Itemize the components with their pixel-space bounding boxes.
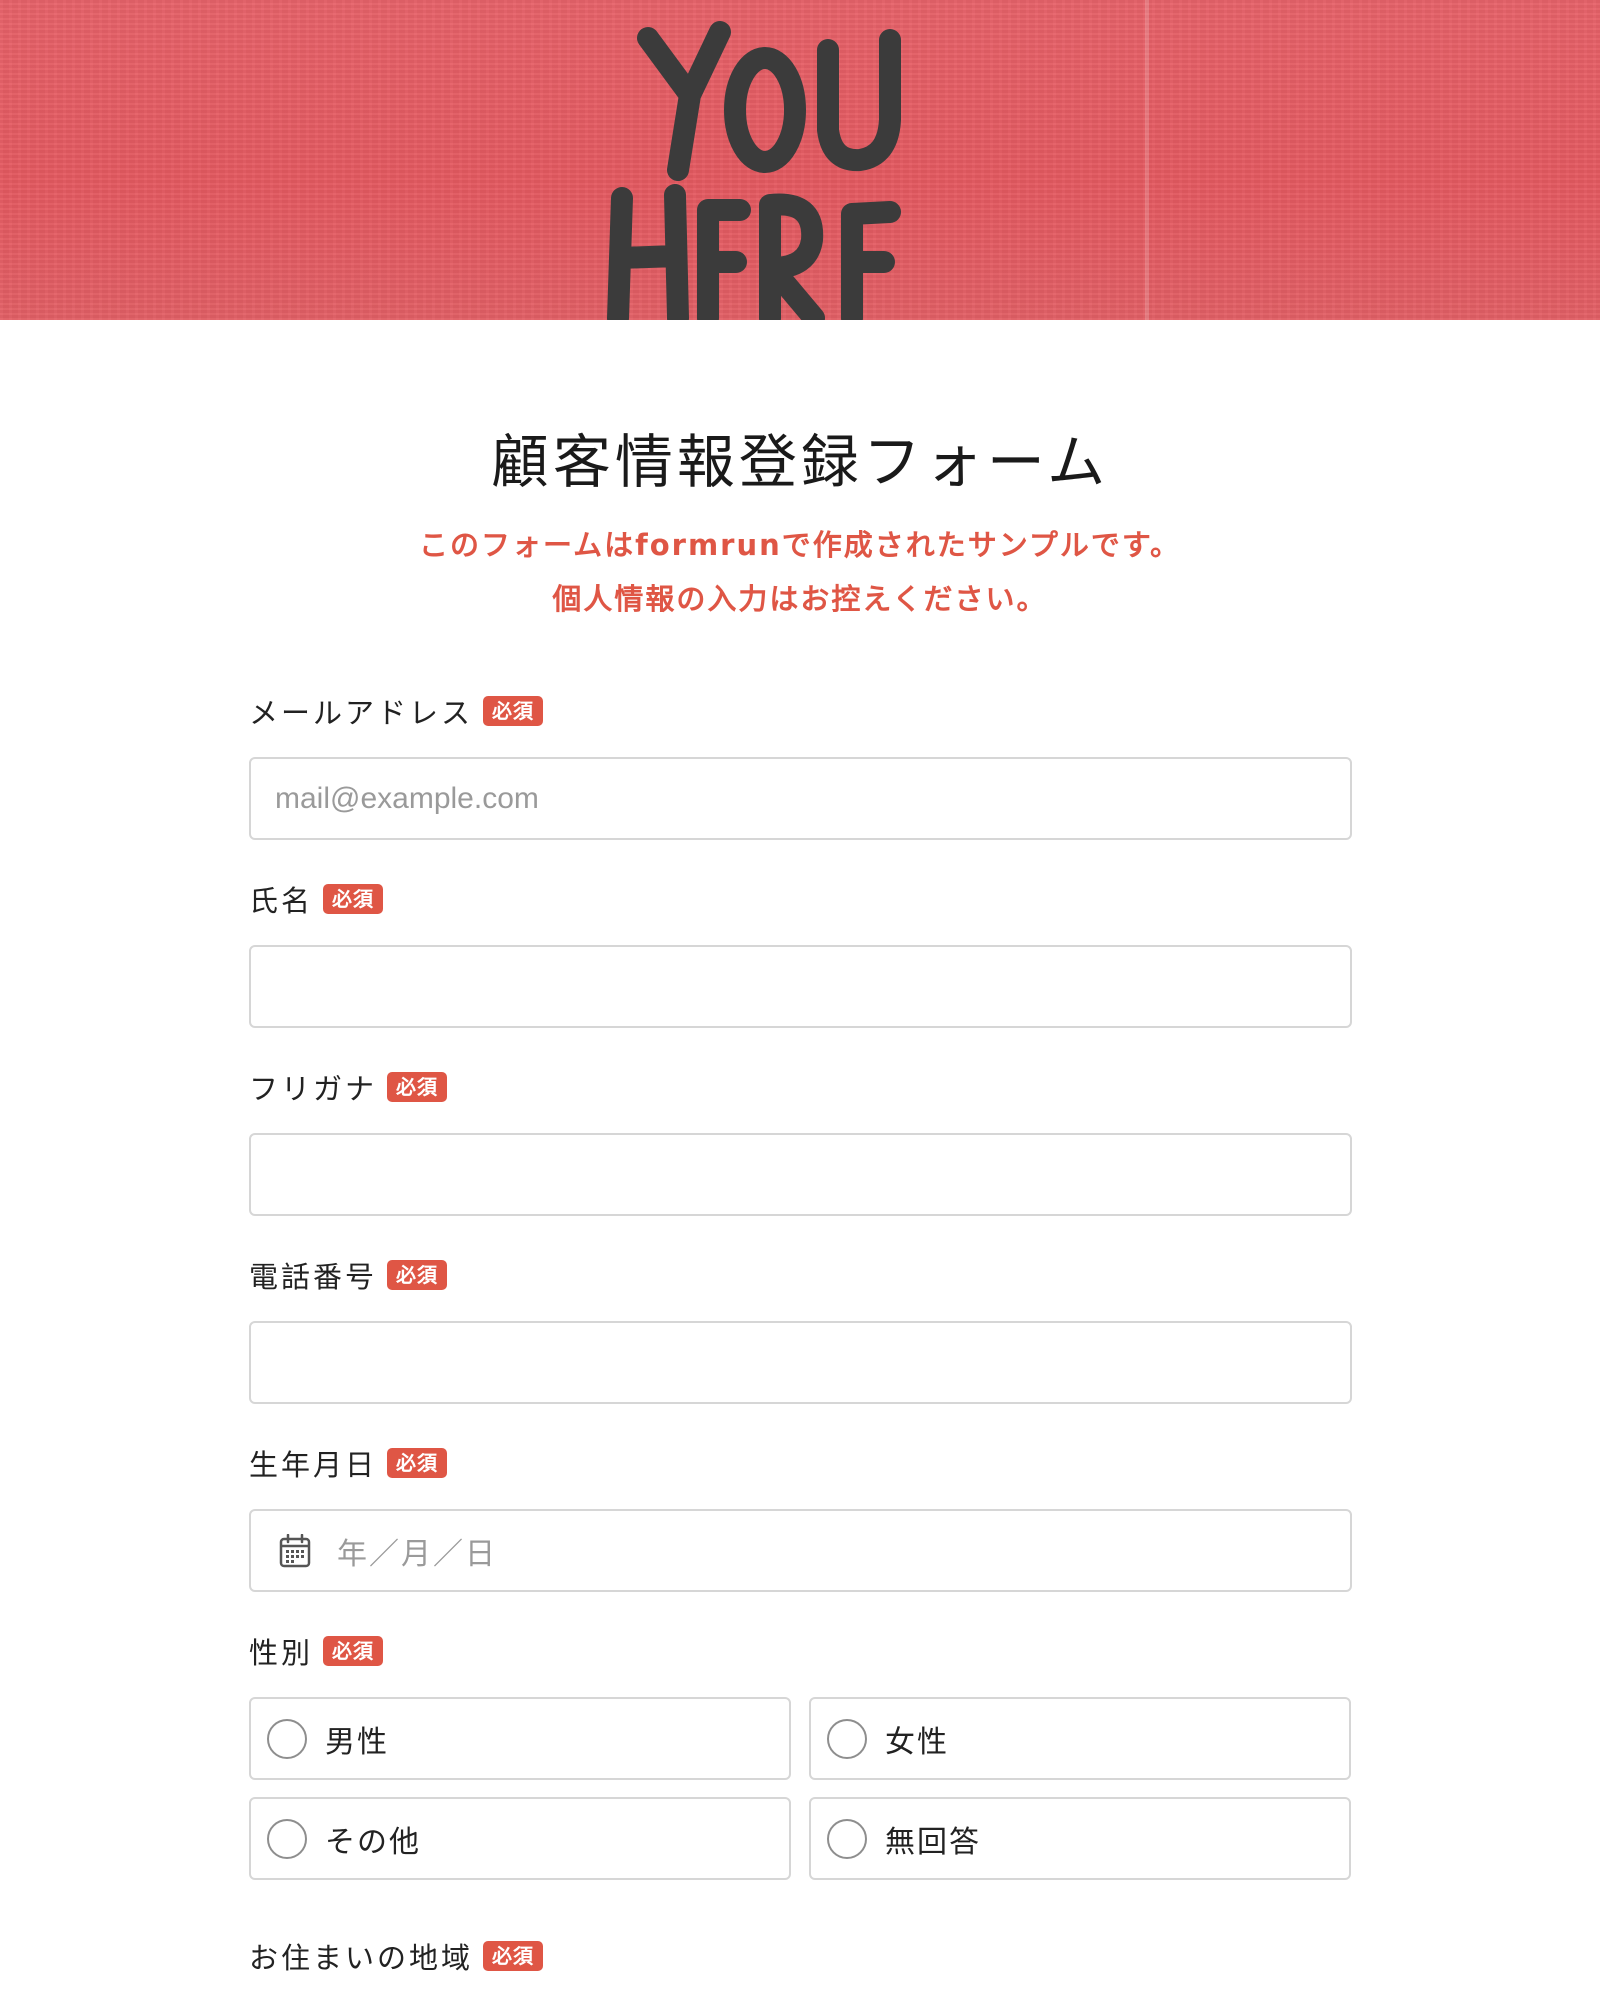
required-badge: 必須: [483, 1941, 544, 1971]
required-badge: 必須: [483, 696, 544, 726]
name-field[interactable]: [249, 945, 1352, 1028]
gender-option-other[interactable]: その他: [249, 1797, 791, 1880]
notice-line-1: このフォームはformrunで作成されたサンプルです。: [418, 528, 1181, 562]
radio-circle-icon[interactable]: [827, 1818, 867, 1859]
board-seam: [1145, 0, 1149, 320]
form-notice: このフォームはformrunで作成されたサンプルです。 個人情報の入力はお控えく…: [0, 518, 1600, 626]
radio-circle-icon[interactable]: [267, 1818, 307, 1859]
radio-label: その他: [325, 1824, 421, 1860]
required-badge: 必須: [387, 1260, 448, 1290]
gender-option-male[interactable]: 男性: [249, 1697, 791, 1780]
gender-label-text: 性別: [249, 1636, 314, 1670]
phone-label: 電話番号 必須: [249, 1254, 448, 1296]
header-image: [0, 0, 1600, 320]
furigana-field[interactable]: [249, 1133, 1352, 1216]
required-badge: 必須: [387, 1072, 448, 1102]
date-placeholder: 年／月／日: [337, 1536, 497, 1572]
calendar-icon: [279, 1533, 311, 1567]
furigana-label: フリガナ 必須: [249, 1066, 448, 1108]
email-label: メールアドレス 必須: [249, 690, 544, 732]
gender-label: 性別 必須: [249, 1630, 384, 1672]
required-badge: 必須: [323, 884, 384, 914]
name-label-text: 氏名: [249, 884, 314, 918]
required-badge: 必須: [387, 1448, 448, 1478]
notice-line-2: 個人情報の入力はお控えください。: [552, 582, 1048, 616]
phone-label-text: 電話番号: [249, 1260, 378, 1294]
email-field[interactable]: [249, 757, 1352, 840]
region-label-text: お住まいの地域: [249, 1941, 474, 1975]
gender-option-no-answer[interactable]: 無回答: [809, 1797, 1351, 1880]
radio-label: 無回答: [885, 1824, 981, 1860]
birthday-label: 生年月日 必須: [249, 1442, 448, 1484]
radio-circle-icon[interactable]: [267, 1718, 307, 1759]
required-badge: 必須: [323, 1636, 384, 1666]
form-title: 顧客情報登録フォーム: [490, 428, 1110, 496]
birthday-date-input[interactable]: 年／月／日: [249, 1509, 1352, 1592]
radio-label: 女性: [885, 1724, 949, 1760]
region-label: お住まいの地域 必須: [249, 1935, 544, 1977]
birthday-label-text: 生年月日: [249, 1448, 378, 1482]
email-label-text: メールアドレス: [249, 696, 474, 730]
radio-circle-icon[interactable]: [827, 1718, 867, 1759]
gender-option-female[interactable]: 女性: [809, 1697, 1351, 1780]
furigana-label-text: フリガナ: [249, 1072, 378, 1106]
painted-lettering: [600, 0, 980, 320]
name-label: 氏名 必須: [249, 878, 384, 920]
phone-field[interactable]: [249, 1321, 1352, 1404]
radio-label: 男性: [325, 1724, 389, 1760]
